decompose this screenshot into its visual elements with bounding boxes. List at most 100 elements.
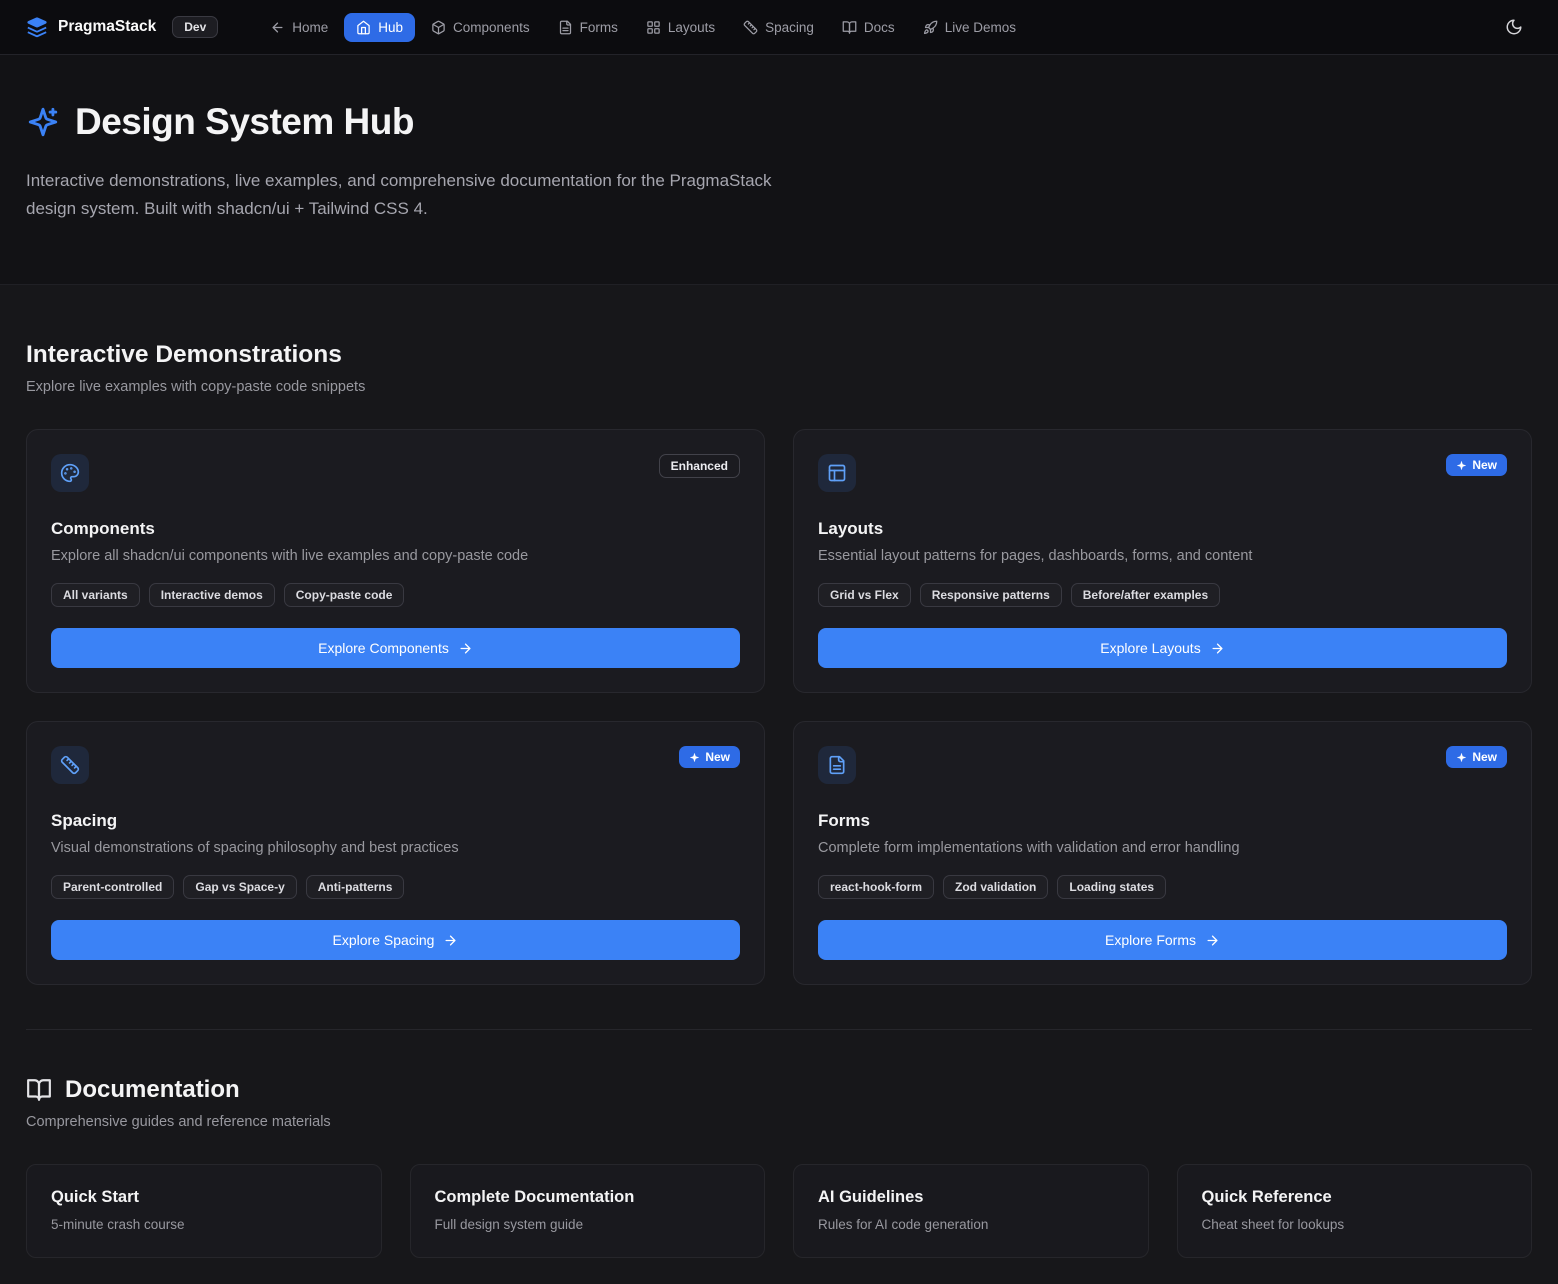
demos-subtitle: Explore live examples with copy-paste co… — [26, 379, 1532, 395]
layout-grid-icon — [646, 20, 661, 35]
demo-card-forms: New Forms Complete form implementations … — [793, 721, 1532, 985]
doc-card-description: Full design system guide — [435, 1217, 741, 1232]
card-description: Essential layout patterns for pages, das… — [818, 548, 1507, 564]
doc-card-quick-start[interactable]: Quick Start 5-minute crash course — [26, 1164, 382, 1258]
theme-toggle-button[interactable] — [1496, 9, 1532, 45]
doc-card-description: Cheat sheet for lookups — [1202, 1217, 1508, 1232]
new-badge: New — [679, 746, 740, 768]
nav-item-layouts[interactable]: Layouts — [634, 13, 727, 42]
badge-label: New — [1472, 750, 1497, 764]
arrow-right-icon — [443, 933, 458, 948]
doc-card-quick-reference[interactable]: Quick Reference Cheat sheet for lookups — [1177, 1164, 1533, 1258]
demo-card-grid: Enhanced Components Explore all shadcn/u… — [26, 429, 1532, 985]
ruler-icon — [743, 20, 758, 35]
tag: Zod validation — [943, 875, 1048, 899]
brand[interactable]: PragmaStack — [26, 16, 156, 38]
arrow-right-icon — [1210, 641, 1225, 656]
nav-item-components[interactable]: Components — [419, 13, 542, 42]
tag: Before/after examples — [1071, 583, 1220, 607]
docs-subtitle: Comprehensive guides and reference mater… — [26, 1114, 1532, 1130]
tag: Responsive patterns — [920, 583, 1062, 607]
tag-row: Parent-controlled Gap vs Space-y Anti-pa… — [51, 875, 740, 899]
explore-spacing-button[interactable]: Explore Spacing — [51, 920, 740, 960]
file-text-icon — [558, 20, 573, 35]
card-description: Explore all shadcn/ui components with li… — [51, 548, 740, 564]
hero-section: Design System Hub Interactive demonstrat… — [0, 55, 1558, 285]
tag: Interactive demos — [149, 583, 275, 607]
sparkle-icon — [1456, 752, 1467, 763]
env-badge: Dev — [172, 16, 218, 38]
doc-card-description: Rules for AI code generation — [818, 1217, 1124, 1232]
docs-title: Documentation — [65, 1076, 240, 1104]
navbar: PragmaStack Dev Home Hub Components Form — [0, 0, 1558, 55]
nav-label: Components — [453, 20, 530, 35]
layers-logo-icon — [26, 16, 48, 38]
button-label: Explore Spacing — [333, 932, 435, 948]
tag: All variants — [51, 583, 140, 607]
nav-item-hub[interactable]: Hub — [344, 13, 415, 42]
explore-forms-button[interactable]: Explore Forms — [818, 920, 1507, 960]
new-badge: New — [1446, 454, 1507, 476]
documentation-section: Documentation Comprehensive guides and r… — [26, 1030, 1532, 1258]
demos-title: Interactive Demonstrations — [26, 341, 1532, 369]
file-text-icon — [818, 746, 856, 784]
nav-label: Docs — [864, 20, 895, 35]
brand-name: PragmaStack — [58, 18, 156, 36]
sparkle-icon — [1456, 460, 1467, 471]
doc-card-complete-documentation[interactable]: Complete Documentation Full design syste… — [410, 1164, 766, 1258]
badge-label: New — [705, 750, 730, 764]
main-content: Interactive Demonstrations Explore live … — [0, 285, 1558, 1284]
ruler-icon — [51, 746, 89, 784]
tag-row: react-hook-form Zod validation Loading s… — [818, 875, 1507, 899]
card-description: Complete form implementations with valid… — [818, 840, 1507, 856]
doc-card-ai-guidelines[interactable]: AI Guidelines Rules for AI code generati… — [793, 1164, 1149, 1258]
nav-item-home[interactable]: Home — [258, 13, 340, 42]
tag: Gap vs Space-y — [183, 875, 296, 899]
arrow-right-icon — [458, 641, 473, 656]
sparkles-icon — [26, 105, 60, 139]
box-icon — [431, 20, 446, 35]
nav-item-live-demos[interactable]: Live Demos — [911, 13, 1028, 42]
card-description: Visual demonstrations of spacing philoso… — [51, 840, 740, 856]
nav-label: Hub — [378, 20, 403, 35]
nav-item-forms[interactable]: Forms — [546, 13, 630, 42]
tag: Grid vs Flex — [818, 583, 911, 607]
nav-label: Live Demos — [945, 20, 1016, 35]
doc-card-title: AI Guidelines — [818, 1188, 1124, 1207]
page-title: Design System Hub — [75, 101, 414, 143]
tag: Loading states — [1057, 875, 1166, 899]
main-nav: Home Hub Components Forms Layouts — [258, 13, 1028, 42]
button-label: Explore Components — [318, 640, 449, 656]
explore-layouts-button[interactable]: Explore Layouts — [818, 628, 1507, 668]
book-open-icon — [842, 20, 857, 35]
doc-card-title: Complete Documentation — [435, 1188, 741, 1207]
card-title: Layouts — [818, 519, 1507, 539]
page-subtitle: Interactive demonstrations, live example… — [26, 167, 791, 222]
new-badge: New — [1446, 746, 1507, 768]
card-title: Forms — [818, 811, 1507, 831]
card-title: Spacing — [51, 811, 740, 831]
nav-label: Forms — [580, 20, 618, 35]
tag: Anti-patterns — [306, 875, 405, 899]
tag: Copy-paste code — [284, 583, 405, 607]
doc-card-title: Quick Start — [51, 1188, 357, 1207]
home-icon — [356, 20, 371, 35]
button-label: Explore Layouts — [1100, 640, 1200, 656]
palette-icon — [51, 454, 89, 492]
moon-icon — [1505, 18, 1523, 36]
nav-label: Spacing — [765, 20, 814, 35]
badge-label: New — [1472, 458, 1497, 472]
doc-card-description: 5-minute crash course — [51, 1217, 357, 1232]
card-title: Components — [51, 519, 740, 539]
layout-icon — [818, 454, 856, 492]
demo-card-components: Enhanced Components Explore all shadcn/u… — [26, 429, 765, 693]
docs-card-grid: Quick Start 5-minute crash course Comple… — [26, 1164, 1532, 1258]
demos-section: Interactive Demonstrations Explore live … — [26, 285, 1532, 985]
explore-components-button[interactable]: Explore Components — [51, 628, 740, 668]
sparkle-icon — [689, 752, 700, 763]
nav-item-spacing[interactable]: Spacing — [731, 13, 826, 42]
nav-item-docs[interactable]: Docs — [830, 13, 907, 42]
demo-card-layouts: New Layouts Essential layout patterns fo… — [793, 429, 1532, 693]
tag-row: All variants Interactive demos Copy-past… — [51, 583, 740, 607]
tag: Parent-controlled — [51, 875, 174, 899]
